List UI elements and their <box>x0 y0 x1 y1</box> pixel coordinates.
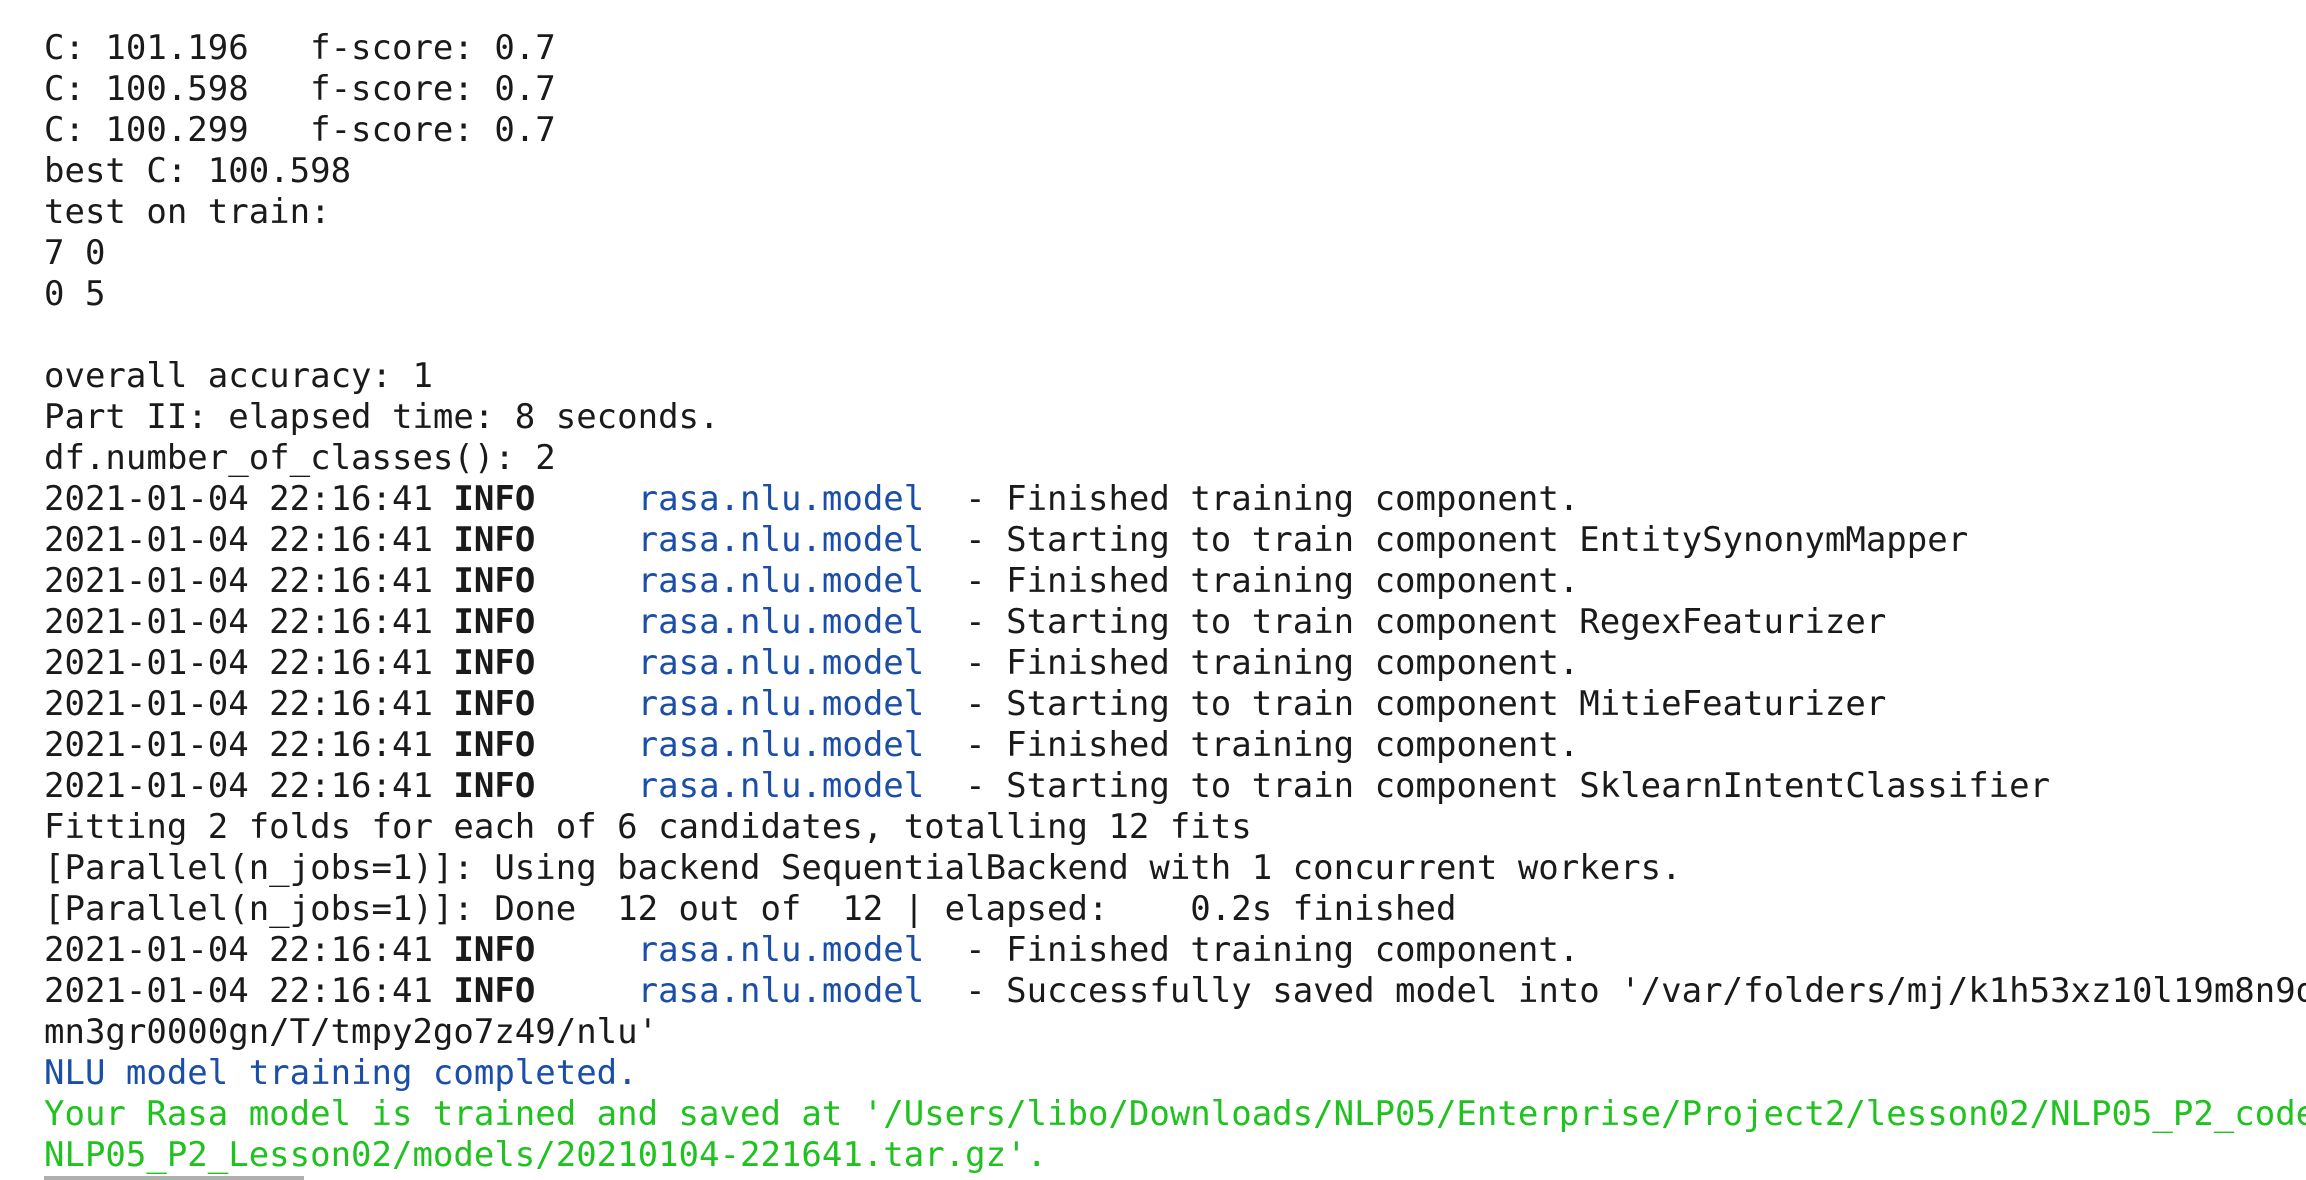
output-line: [Parallel(n_jobs=1)]: Done 12 out of 12 … <box>44 889 1457 929</box>
log-level: INFO <box>453 479 536 519</box>
log-message: - Starting to train component MitieFeatu… <box>924 684 1887 724</box>
log-gap <box>535 971 637 1011</box>
log-line: 2021-01-04 22:16:41 INFO rasa.nlu.model … <box>44 520 2306 561</box>
model-saved-path: NLP05_P2_Lesson02/models/20210104-221641… <box>44 1135 1048 1175</box>
next-prompt-line <box>44 1176 304 1180</box>
log-logger: rasa.nlu.model <box>637 971 925 1011</box>
log-level: INFO <box>453 561 536 601</box>
log-line: 2021-01-04 22:16:41 INFO rasa.nlu.model … <box>44 725 2306 766</box>
log-level: INFO <box>453 520 536 560</box>
log-level: INFO <box>453 766 536 806</box>
log-logger: rasa.nlu.model <box>637 479 925 519</box>
output-line: test on train: <box>44 192 331 232</box>
output-line: overall accuracy: 1 <box>44 356 433 396</box>
log-time: 2021-01-04 22:16:41 <box>44 643 454 683</box>
log-line: 2021-01-04 22:16:41 INFO rasa.nlu.model … <box>44 643 2306 684</box>
output-line: [Parallel(n_jobs=1)]: Using backend Sequ… <box>44 848 1682 888</box>
log-message: - Finished training component. <box>924 643 1580 683</box>
log-gap <box>535 766 637 806</box>
log-logger: rasa.nlu.model <box>637 602 925 642</box>
log-logger: rasa.nlu.model <box>637 643 925 683</box>
output-line: 7 0 <box>44 233 106 273</box>
log-message: - Finished training component. <box>924 479 1580 519</box>
log-gap <box>535 930 637 970</box>
log-logger: rasa.nlu.model <box>637 561 925 601</box>
log-logger: rasa.nlu.model <box>637 930 925 970</box>
model-saved-message: Your Rasa model is trained and saved at … <box>44 1094 2306 1134</box>
log-message: - Starting to train component RegexFeatu… <box>924 602 1887 642</box>
log-level: INFO <box>453 602 536 642</box>
log-level: INFO <box>453 684 536 724</box>
log-time: 2021-01-04 22:16:41 <box>44 479 454 519</box>
log-logger: rasa.nlu.model <box>637 520 925 560</box>
log-logger: rasa.nlu.model <box>637 725 925 765</box>
log-gap <box>535 520 637 560</box>
log-time: 2021-01-04 22:16:41 <box>44 725 454 765</box>
log-level: INFO <box>453 643 536 683</box>
log-time: 2021-01-04 22:16:41 <box>44 561 454 601</box>
log-time: 2021-01-04 22:16:41 <box>44 684 454 724</box>
output-line: C: 100.299 f-score: 0.7 <box>44 110 556 150</box>
wrapped-line: mn3gr0000gn/T/tmpy2go7z49/nlu' <box>44 1012 659 1052</box>
log-line: 2021-01-04 22:16:41 INFO rasa.nlu.model … <box>44 930 2306 971</box>
log-level: INFO <box>453 930 536 970</box>
terminal-window[interactable]: C: 101.196 f-score: 0.7 C: 100.598 f-sco… <box>0 0 2306 1180</box>
output-line: df.number_of_classes(): 2 <box>44 438 556 478</box>
terminal-output: C: 101.196 f-score: 0.7 C: 100.598 f-sco… <box>44 28 2306 1176</box>
log-gap <box>535 643 637 683</box>
log-message: - Starting to train component SklearnInt… <box>924 766 2051 806</box>
log-line: 2021-01-04 22:16:41 INFO rasa.nlu.model … <box>44 684 2306 725</box>
log-time: 2021-01-04 22:16:41 <box>44 930 454 970</box>
log-time: 2021-01-04 22:16:41 <box>44 520 454 560</box>
log-level: INFO <box>453 725 536 765</box>
log-line: 2021-01-04 22:16:41 INFO rasa.nlu.model … <box>44 602 2306 643</box>
log-message: - Finished training component. <box>924 930 1580 970</box>
log-message: - Starting to train component EntitySyno… <box>924 520 1969 560</box>
log-line: 2021-01-04 22:16:41 INFO rasa.nlu.model … <box>44 766 2306 807</box>
output-line: Fitting 2 folds for each of 6 candidates… <box>44 807 1252 847</box>
log-level: INFO <box>453 971 536 1011</box>
log-line: 2021-01-04 22:16:41 INFO rasa.nlu.model … <box>44 561 2306 602</box>
log-time: 2021-01-04 22:16:41 <box>44 971 454 1011</box>
log-time: 2021-01-04 22:16:41 <box>44 766 454 806</box>
log-message: - Successfully saved model into '/var/fo… <box>924 971 2306 1011</box>
log-time: 2021-01-04 22:16:41 <box>44 602 454 642</box>
log-gap <box>535 561 637 601</box>
log-gap <box>535 684 637 724</box>
log-gap <box>535 725 637 765</box>
output-line: C: 100.598 f-score: 0.7 <box>44 69 556 109</box>
output-line: 0 5 <box>44 274 106 314</box>
log-line: 2021-01-04 22:16:41 INFO rasa.nlu.model … <box>44 479 2306 520</box>
log-gap <box>535 602 637 642</box>
log-logger: rasa.nlu.model <box>637 766 925 806</box>
log-line: 2021-01-04 22:16:41 INFO rasa.nlu.model … <box>44 971 2306 1012</box>
log-logger: rasa.nlu.model <box>637 684 925 724</box>
log-gap <box>535 479 637 519</box>
nlu-complete-message: NLU model training completed. <box>44 1053 638 1093</box>
output-line: best C: 100.598 <box>44 151 352 191</box>
output-line: Part II: elapsed time: 8 seconds. <box>44 397 720 437</box>
log-message: - Finished training component. <box>924 561 1580 601</box>
log-message: - Finished training component. <box>924 725 1580 765</box>
output-line: C: 101.196 f-score: 0.7 <box>44 28 556 68</box>
